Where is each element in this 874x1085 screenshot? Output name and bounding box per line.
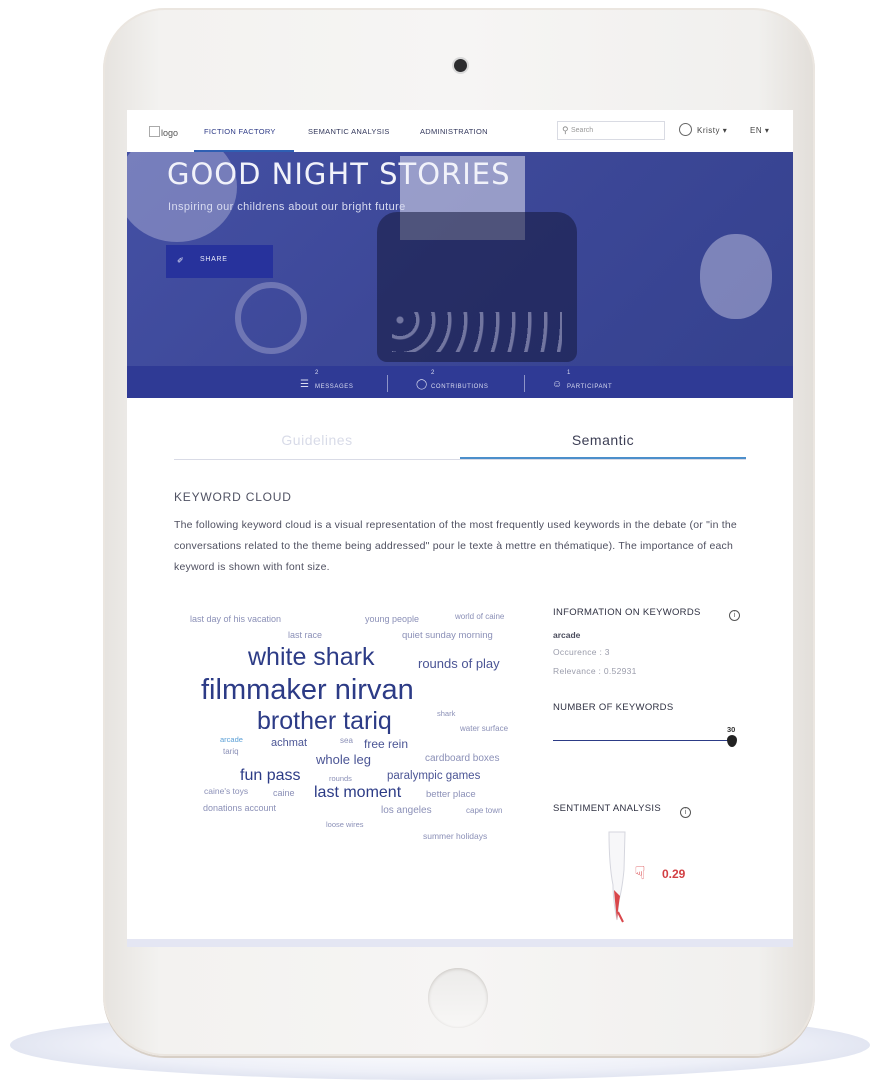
keyword[interactable]: last race [288, 630, 322, 640]
keyword[interactable]: loose wires [326, 820, 364, 829]
sentiment-analysis-title: SENTIMENT ANALYSIS [553, 803, 661, 814]
footer-strip [127, 939, 793, 947]
keyword[interactable]: white shark [248, 643, 374, 672]
keyword[interactable]: cardboard boxes [425, 753, 500, 764]
keyword[interactable]: sea [340, 736, 353, 745]
nav-item-semantic-analysis[interactable]: SEMANTIC ANALYSIS [308, 127, 390, 136]
keyword[interactable]: summer holidays [423, 831, 487, 841]
page-subtitle: Inspiring our childrens about our bright… [168, 201, 406, 213]
content-tabs: Guidelines Semantic [174, 428, 746, 460]
divider [387, 375, 388, 392]
keyword-info-title: INFORMATION ON KEYWORDS [553, 607, 701, 618]
user-menu[interactable]: Kristy ▾ [697, 126, 727, 135]
language-selector[interactable]: EN ▾ [750, 126, 769, 135]
user-avatar-icon[interactable] [679, 123, 692, 136]
broken-image-icon [149, 126, 160, 137]
keyword[interactable]: achmat [271, 737, 307, 749]
keyword[interactable]: world of caine [455, 612, 504, 621]
top-navigation: logo FICTION FACTORY SEMANTIC ANALYSIS A… [127, 110, 793, 153]
keywords-slider-track[interactable] [553, 740, 735, 741]
keyword-relevance: Relevance : 0.52931 [553, 666, 637, 676]
keyword-cloud: last day of his vacation young people wo… [187, 606, 547, 866]
scissors-image [235, 282, 307, 354]
tab-guidelines[interactable]: Guidelines [174, 432, 460, 448]
stat-label: CONTRIBUTIONS [431, 384, 489, 390]
keyword[interactable]: los angeles [381, 805, 432, 816]
slider-value: 30 [727, 725, 736, 734]
keyword[interactable]: brother tariq [257, 707, 392, 736]
stat-count: 2 [315, 370, 319, 376]
active-tab-indicator [460, 457, 746, 459]
search-placeholder: Search [571, 127, 594, 134]
keyword-occurrence: Occurence : 3 [553, 647, 610, 657]
keyword[interactable]: cape town [466, 806, 502, 815]
keyword[interactable]: rounds [329, 774, 352, 783]
contributions-icon: ◯ [416, 379, 428, 390]
stats-bar: ☰ 2 MESSAGES ◯ 2 CONTRIBUTIONS ☺ 1 PARTI… [127, 366, 793, 398]
share-button[interactable]: ✐ SHARE [166, 245, 273, 278]
stat-label: PARTICIPANT [567, 384, 613, 390]
keyword[interactable]: caine's toys [204, 786, 248, 796]
page-title: GOOD NIGHT STORIES [167, 157, 511, 191]
share-label: SHARE [200, 256, 228, 263]
keywords-slider-thumb[interactable] [727, 735, 737, 747]
info-icon[interactable]: i [729, 610, 740, 621]
keyword[interactable]: whole leg [316, 752, 371, 767]
keyword[interactable]: rounds of play [418, 656, 500, 671]
keyword[interactable]: donations account [203, 803, 276, 813]
keyword[interactable]: arcade [220, 735, 243, 744]
keyword[interactable]: better place [426, 789, 476, 800]
keyword[interactable]: last day of his vacation [190, 614, 281, 624]
keyword[interactable]: quiet sunday morning [402, 630, 493, 641]
keyword[interactable]: last moment [314, 784, 401, 802]
stat-label: MESSAGES [315, 384, 354, 390]
number-of-keywords-title: NUMBER OF KEYWORDS [553, 702, 674, 713]
chevron-down-icon: ▾ [764, 126, 770, 135]
stat-count: 2 [431, 370, 435, 376]
selected-keyword: arcade [553, 630, 580, 640]
keyword[interactable]: shark [437, 709, 455, 718]
logo-alt-text: logo [161, 128, 179, 138]
home-button[interactable] [428, 968, 488, 1028]
hero-banner: GOOD NIGHT STORIES Inspiring our childre… [127, 152, 793, 398]
participant-icon: ☺ [552, 379, 563, 390]
thumbs-down-icon: ☟ [634, 863, 646, 883]
user-name: Kristy [697, 126, 720, 135]
info-icon[interactable]: i [680, 807, 691, 818]
typewriter-keys-image [392, 312, 562, 352]
camera-icon [454, 59, 467, 72]
keyword[interactable]: water surface [460, 724, 508, 733]
nav-item-fiction-factory[interactable]: FICTION FACTORY [204, 127, 276, 136]
divider [524, 375, 525, 392]
logo[interactable]: logo [149, 126, 178, 138]
tab-semantic[interactable]: Semantic [460, 432, 746, 448]
keyword[interactable]: paralympic games [387, 770, 480, 782]
keyword-cloud-title: KEYWORD CLOUD [174, 490, 292, 504]
keyword[interactable]: free rein [364, 737, 408, 751]
pineapple-image [700, 234, 772, 319]
keyword[interactable]: young people [365, 614, 419, 624]
keyword-cloud-description: The following keyword cloud is a visual … [174, 519, 737, 573]
stat-count: 1 [567, 370, 571, 376]
selected-keyword-text: arcade [553, 630, 581, 640]
keyword[interactable]: fun pass [240, 767, 300, 785]
nav-item-administration[interactable]: ADMINISTRATION [420, 127, 488, 136]
keyword[interactable]: filmmaker nirvan [201, 674, 414, 707]
share-icon: ✐ [177, 256, 185, 265]
search-icon: ⚲ [562, 125, 569, 135]
language-label: EN [750, 126, 763, 135]
chevron-down-icon: ▾ [722, 126, 728, 135]
messages-icon: ☰ [300, 379, 310, 390]
sentiment-value: 0.29 [662, 867, 686, 881]
app-screen: logo FICTION FACTORY SEMANTIC ANALYSIS A… [127, 110, 793, 947]
search-input[interactable]: ⚲ Search [557, 121, 665, 140]
keyword[interactable]: tariq [223, 747, 239, 756]
keyword[interactable]: caine [273, 788, 295, 798]
